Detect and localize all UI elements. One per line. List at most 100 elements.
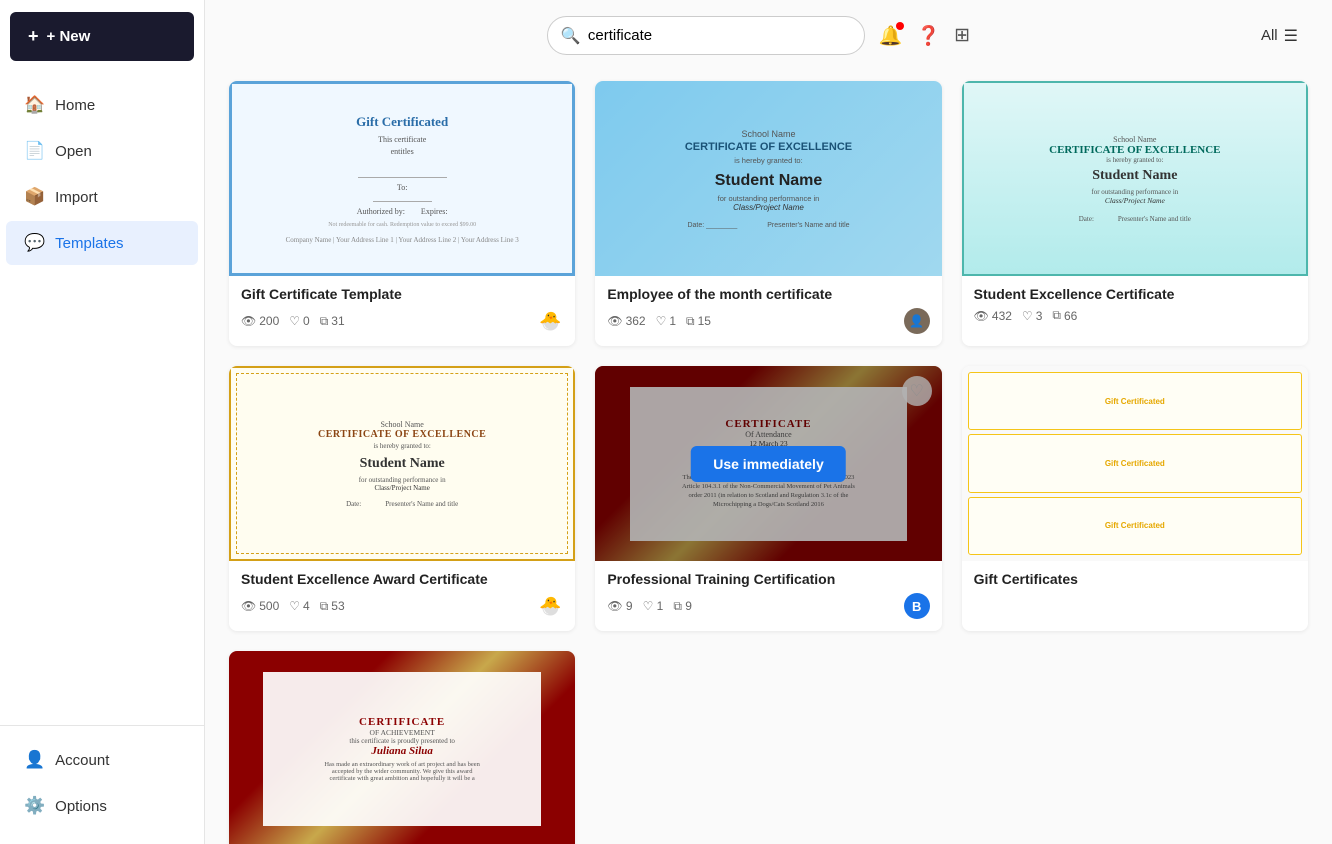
use-immediately-button[interactable]: Use immediately [691,446,846,482]
cert-title-gift-blue: Gift Certificated [356,114,448,130]
template-info-excel-gold: Student Excellence Award Certificate 👁 5… [229,561,575,631]
template-thumb-gift-blue: Gift Certificated This certificateentitl… [229,81,575,276]
template-card-attendance[interactable]: CERTIFICATE Of Attendance 12 March 23 Fe… [595,366,941,631]
filter-button[interactable]: All ☰ [1251,20,1308,52]
achieve-subtitle: OF ACHIEVEMENT [370,728,435,737]
sidebar: + + New 🏠 Home 📄 Open 📦 Import 💬 Templat… [0,0,205,844]
sidebar-item-import[interactable]: 📦 Import [6,175,198,219]
help-icon[interactable]: ❓ [916,24,940,48]
template-meta-student-cyan: 👁 432 ♡ 3 ⧉ 66 [974,308,1296,323]
new-button-label: + New [47,28,91,45]
template-name-gift-stack: Gift Certificates [974,571,1296,587]
ec-perf: for outstanding performance in [359,476,446,484]
ec-footer: Date:Presenter's Name and title [346,500,458,508]
template-thumb-excel-gold: School Name CERTIFICATE OF EXCELLENCE is… [229,366,575,561]
grid-icon[interactable]: ⊞ [954,24,970,47]
sec-name: Student Name [1092,168,1177,184]
sec-school: School Name [1113,135,1156,144]
gift-small-3: Gift Certificated [968,497,1302,555]
achieve-body: Has made an extraordinary work of art pr… [324,761,480,782]
template-meta-attendance: 👁 9 ♡ 1 ⧉ 9 B [607,593,929,619]
sidebar-item-templates[interactable]: 💬 Templates [6,221,198,265]
search-wrap: 🔍 [547,16,865,55]
sidebar-nav: 🏠 Home 📄 Open 📦 Import 💬 Templates [0,73,204,725]
template-meta-gift-blue: 👁 200 ♡ 0 ⧉ 31 🐣 [241,308,563,334]
templates-grid: Gift Certificated This certificateentitl… [205,71,1332,844]
template-info-employee: Employee of the month certificate 👁 362 … [595,276,941,346]
sidebar-item-options[interactable]: ⚙️ Options [6,784,198,828]
open-icon: 📄 [24,141,45,161]
import-icon: 📦 [24,187,45,207]
template-name-employee: Employee of the month certificate [607,286,929,302]
template-info-gift-blue: Gift Certificate Template 👁 200 ♡ 0 ⧉ 31… [229,276,575,346]
notification-icon[interactable]: 🔔 [879,24,903,48]
likes-gift-blue: ♡ 0 [289,314,309,328]
sec-class: Class/Project Name [1105,196,1165,205]
template-meta-employee: 👁 362 ♡ 1 ⧉ 15 👤 [607,308,929,334]
likes-student-cyan: ♡ 3 [1022,309,1042,323]
sidebar-item-account[interactable]: 👤 Account [6,738,198,782]
template-thumb-employee: School Name CERTIFICATE OF EXCELLENCE is… [595,81,941,276]
main-content: 🔍 🔔 ❓ ⊞ All ☰ Gift Certificated [205,0,1332,844]
sec-sub: is hereby granted to: [1106,156,1163,164]
gift-small-2: Gift Certificated [968,434,1302,492]
likes-employee: ♡ 1 [656,314,676,328]
sidebar-item-label: Templates [55,235,123,252]
views-student-cyan: 👁 432 [974,309,1012,323]
template-thumb-gift-stack: Gift Certificated Gift Certificated Gift… [962,366,1308,561]
notification-dot [896,22,904,30]
account-icon: 👤 [24,750,45,770]
template-card-gift-stack[interactable]: Gift Certificated Gift Certificated Gift… [962,366,1308,631]
template-meta-excel-gold: 👁 500 ♡ 4 ⧉ 53 🐣 [241,593,563,619]
template-name-excel-gold: Student Excellence Award Certificate [241,571,563,587]
template-name-student-cyan: Student Excellence Certificate [974,286,1296,302]
achieve-name: Juliana Silua [371,745,432,757]
sidebar-item-label: Open [55,143,92,160]
views-gift-blue: 👁 200 [241,314,279,328]
ec-title: CERTIFICATE OF EXCELLENCE [318,429,486,440]
template-card-excel-gold[interactable]: School Name CERTIFICATE OF EXCELLENCE is… [229,366,575,631]
gift-stack-container: Gift Certificated Gift Certificated Gift… [962,366,1308,561]
sidebar-item-label: Home [55,97,95,114]
filter-menu-icon: ☰ [1284,26,1298,46]
views-excel-gold: 👁 500 [241,599,279,613]
sidebar-item-label: Import [55,189,98,206]
template-card-gift-blue[interactable]: Gift Certificated This certificateentitl… [229,81,575,346]
ec-school: School Name [381,420,424,429]
options-label: Options [55,798,107,815]
achievement-cert-inner: CERTIFICATE OF ACHIEVEMENT this certific… [263,672,540,826]
uses-gift-blue: ⧉ 31 [320,314,345,329]
template-thumb-achievement: CERTIFICATE OF ACHIEVEMENT this certific… [229,651,575,844]
sec-title: CERTIFICATE OF EXCELLENCE [1049,144,1220,156]
avatar-gift-blue: 🐣 [537,308,563,334]
template-name-gift-blue: Gift Certificate Template [241,286,563,302]
account-label: Account [55,752,109,769]
uses-excel-gold: ⧉ 53 [320,599,345,614]
template-thumb-attendance: CERTIFICATE Of Attendance 12 March 23 Fe… [595,366,941,561]
avatar-employee: 👤 [904,308,930,334]
cert-body-gift-blue: This certificateentitles To: Authorized … [328,134,476,230]
views-employee: 👁 362 [607,314,645,328]
topbar: 🔍 🔔 ❓ ⊞ All ☰ [205,0,1332,71]
avatar-excel-gold: 🐣 [537,593,563,619]
new-button[interactable]: + + New [10,12,194,61]
template-card-student-cyan[interactable]: School Name CERTIFICATE OF EXCELLENCE is… [962,81,1308,346]
sidebar-item-home[interactable]: 🏠 Home [6,83,198,127]
search-input[interactable] [547,16,865,55]
ec-class: Class/Project Name [374,484,429,492]
options-icon: ⚙️ [24,796,45,816]
achieve-title: CERTIFICATE [359,716,445,728]
template-info-attendance: Professional Training Certification 👁 9 … [595,561,941,631]
template-card-employee[interactable]: School Name CERTIFICATE OF EXCELLENCE is… [595,81,941,346]
sidebar-item-open[interactable]: 📄 Open [6,129,198,173]
template-card-achievement[interactable]: CERTIFICATE OF ACHIEVEMENT this certific… [229,651,575,844]
template-thumb-student-cyan: School Name CERTIFICATE OF EXCELLENCE is… [962,81,1308,276]
template-info-gift-stack: Gift Certificates [962,561,1308,605]
ec-sub: is hereby granted to: [373,442,430,450]
gift-small-1: Gift Certificated [968,372,1302,430]
home-icon: 🏠 [24,95,45,115]
filter-label: All [1261,27,1278,44]
uses-employee: ⧉ 15 [686,314,711,329]
uses-student-cyan: ⧉ 66 [1052,308,1077,323]
search-icon: 🔍 [561,26,581,46]
